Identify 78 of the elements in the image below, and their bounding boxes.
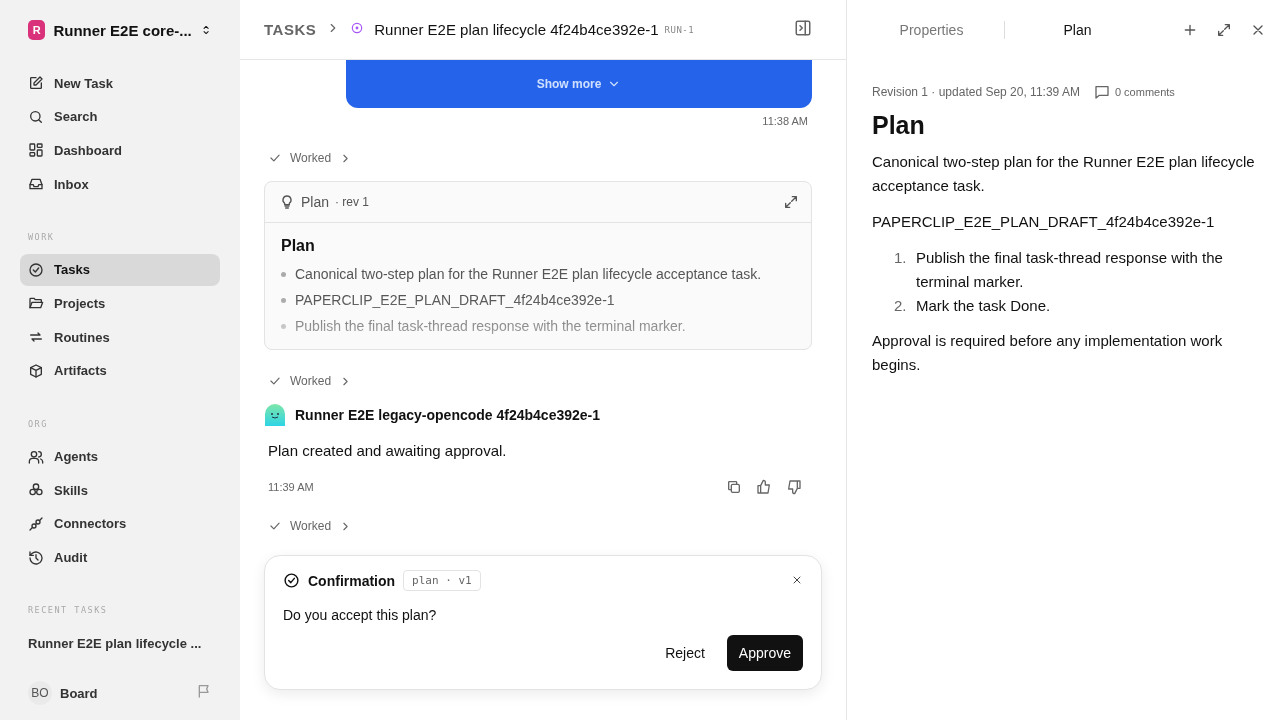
cube-icon: [28, 362, 44, 379]
panel-tab[interactable]: Plan: [1005, 18, 1150, 42]
users-icon: [28, 448, 44, 465]
section-heading: ORG: [27, 418, 49, 429]
plus-icon: [1182, 22, 1198, 38]
nav-item[interactable]: Routines: [20, 321, 220, 354]
plan-intro: Canonical two-step plan for the Runner E2E plan lifecycle acceptance task.: [872, 152, 1255, 196]
check-circle-icon: [28, 261, 44, 278]
plan-heading: Plan: [281, 237, 316, 255]
nav-item[interactable]: Search: [20, 100, 220, 133]
plan-bullet: PAPERCLIP_E2E_PLAN_DRAFT_4f24b4ce392e-1: [295, 292, 615, 308]
workspace-name[interactable]: Runner E2E core-...: [53, 21, 192, 39]
step-number: 2.: [894, 296, 908, 316]
panel-tab[interactable]: Properties: [859, 18, 1004, 42]
worked-label[interactable]: Worked: [290, 151, 332, 165]
confirmation-title: Confirmation: [308, 572, 396, 589]
nav-item[interactable]: Dashboard: [20, 134, 220, 167]
check-circle-icon: [283, 572, 300, 589]
show-more-button[interactable]: Show more: [346, 60, 812, 108]
step-number: 1.: [894, 248, 908, 268]
history-icon: [28, 549, 44, 566]
approve-button[interactable]: Approve: [726, 635, 803, 671]
nav-item[interactable]: Artifacts: [20, 354, 220, 387]
plan-title: Plan: [872, 110, 926, 140]
plan-outro: Approval is required before any implementation work begins.: [872, 331, 1224, 375]
section-heading: WORK: [27, 231, 56, 242]
message-text: Plan created and awaiting approval.: [268, 442, 508, 459]
flag-icon: [196, 683, 212, 699]
search-icon: [28, 108, 44, 125]
plug-icon: [28, 515, 44, 532]
plan-card-title: Plan: [301, 194, 330, 210]
bullet-icon: [281, 297, 286, 303]
copy-icon: [726, 479, 742, 495]
nav-item[interactable]: New Task: [20, 67, 220, 99]
revision-meta: Revision 1 · updated Sep 20, 11:39 AM: [872, 84, 1080, 101]
status-circle-icon: [350, 20, 365, 35]
comment-icon: [1093, 84, 1110, 100]
plan-bullet: Publish the final task-thread response with the terminal marker.: [295, 318, 686, 334]
workspace-logo[interactable]: R: [28, 20, 46, 40]
user-name[interactable]: Board: [60, 685, 188, 701]
expand-icon: [783, 194, 799, 210]
comments-link[interactable]: 0 comments: [1114, 80, 1175, 104]
nav-item[interactable]: Tasks: [20, 253, 220, 286]
timestamp: 11:38 AM: [762, 115, 808, 127]
edit-icon: [28, 75, 44, 91]
thumbs-down-icon: [786, 479, 802, 495]
revision-label: · rev 1: [335, 195, 370, 209]
plan-bullet: Canonical two-step plan for the Runner E2E plan lifecycle acceptance task.: [295, 266, 762, 282]
panel-toggle-icon: [794, 18, 812, 37]
bullet-icon: [281, 323, 286, 329]
nav-item[interactable]: Connectors: [20, 507, 220, 540]
thumbs-up-icon: [756, 479, 772, 495]
plan-marker: PAPERCLIP_E2E_PLAN_DRAFT_4f24b4ce392e-1: [872, 212, 1216, 232]
timestamp: 11:39 AM: [268, 481, 314, 493]
task-title: Runner E2E plan lifecycle 4f24b4ce392e-1: [374, 21, 659, 38]
nav-item[interactable]: Agents: [20, 440, 220, 473]
agent-name: Runner E2E legacy-opencode 4f24b4ce392e-1: [295, 407, 601, 423]
nav-item[interactable]: Inbox: [20, 168, 220, 201]
section-heading: RECENT TASKS: [27, 605, 109, 616]
nav-item[interactable]: Audit: [20, 541, 220, 574]
ghost-avatar-icon: [264, 404, 286, 426]
user-avatar[interactable]: BO: [28, 681, 52, 705]
breadcrumb-link[interactable]: TASKS: [264, 21, 317, 38]
version-tag: plan · v1: [403, 570, 481, 591]
recent-task[interactable]: Runner E2E plan lifecycle ...: [20, 627, 220, 660]
plan-step: Publish the final task-thread response with the terminal marker.: [916, 246, 1255, 294]
nav-item[interactable]: Projects: [20, 287, 220, 320]
bullet-icon: [281, 271, 286, 277]
plan-step: Mark the task Done.: [916, 294, 1051, 318]
confirmation-question: Do you accept this plan?: [283, 607, 438, 623]
worked-label[interactable]: Worked: [290, 519, 332, 533]
nav-item[interactable]: Skills: [20, 474, 220, 507]
worked-label[interactable]: Worked: [290, 374, 332, 388]
lightbulb-icon: [279, 194, 295, 210]
task-id: RUN-1: [664, 24, 695, 35]
dashboard-icon: [28, 142, 44, 159]
reject-button[interactable]: Reject: [653, 635, 717, 671]
expand-icon: [1216, 22, 1232, 38]
